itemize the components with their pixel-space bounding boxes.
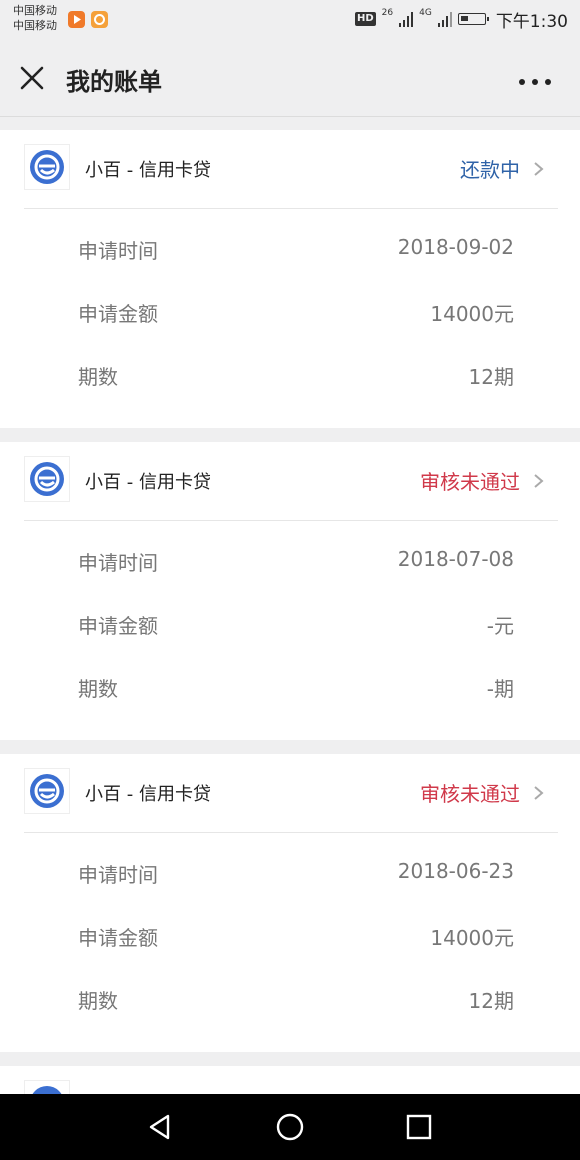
- row-label: 申请金额: [78, 614, 158, 638]
- close-button[interactable]: [18, 64, 46, 92]
- more-dots-icon: [519, 79, 551, 85]
- bill-status: 审核未通过: [420, 470, 520, 494]
- xiaobai-logo-icon: [24, 1080, 70, 1094]
- info-row-periods: 期数 12期: [0, 977, 580, 1017]
- info-row-amount: 申请金额 14000元: [0, 914, 580, 954]
- network-label-1: 26: [381, 8, 394, 18]
- carrier-info: 中国移动 中国移动: [13, 3, 57, 33]
- network-label-2: 4G: [419, 8, 432, 18]
- row-label: 申请时间: [78, 551, 158, 575]
- hd-badge: HD: [354, 12, 376, 26]
- app-header: 我的账单: [0, 40, 580, 117]
- row-value: 12期: [468, 365, 514, 389]
- info-row-amount: 申请金额 -元: [0, 602, 580, 642]
- carrier-2: 中国移动: [13, 19, 57, 32]
- clock: 下午1:30: [495, 11, 568, 32]
- chevron-right-icon: [534, 786, 544, 800]
- row-value: 14000元: [430, 302, 514, 326]
- info-row-periods: 期数 -期: [0, 665, 580, 705]
- home-circle-icon: [276, 1113, 304, 1141]
- recent-apps-square-icon: [406, 1114, 432, 1140]
- product-name: 小百 - 信用卡贷: [85, 784, 211, 805]
- row-label: 申请时间: [78, 863, 158, 887]
- product-name: 小百 - 信用卡贷: [85, 472, 211, 493]
- signal-icon: [399, 12, 414, 27]
- page-title: 我的账单: [66, 68, 162, 96]
- video-app-icon: [68, 11, 85, 28]
- divider: [24, 832, 558, 833]
- row-label: 申请金额: [78, 302, 158, 326]
- row-value: 14000元: [430, 926, 514, 950]
- xiaobai-logo-icon: [24, 456, 70, 502]
- status-right: HD 26 4G 下午1:30: [354, 7, 568, 32]
- divider: [24, 208, 558, 209]
- product-name: 小百 - 信用卡贷: [85, 160, 211, 181]
- info-row-periods: 期数 12期: [0, 353, 580, 393]
- row-value: 2018-07-08: [397, 547, 514, 571]
- bill-card-header[interactable]: 小百 - 信用卡贷 还款中: [0, 130, 580, 208]
- back-triangle-icon: [149, 1114, 170, 1140]
- info-row-apply-time: 申请时间 2018-09-02: [0, 227, 580, 267]
- bill-card-partial[interactable]: [0, 1066, 580, 1094]
- row-value: 12期: [468, 989, 514, 1013]
- row-label: 期数: [78, 365, 118, 389]
- close-icon: [20, 66, 44, 90]
- divider: [24, 520, 558, 521]
- app-notification-icon: [91, 11, 108, 28]
- row-value: 2018-06-23: [397, 859, 514, 883]
- info-row-apply-time: 申请时间 2018-07-08: [0, 539, 580, 579]
- row-value: -期: [486, 677, 514, 701]
- bill-status: 审核未通过: [420, 782, 520, 806]
- nav-back-button[interactable]: [144, 1110, 178, 1144]
- bill-card-header[interactable]: 小百 - 信用卡贷 审核未通过: [0, 442, 580, 520]
- signal-icon-2: [437, 12, 452, 27]
- row-label: 申请时间: [78, 239, 158, 263]
- chevron-right-icon: [534, 162, 544, 176]
- xiaobai-logo-icon: [24, 144, 70, 190]
- info-row-apply-time: 申请时间 2018-06-23: [0, 851, 580, 891]
- xiaobai-logo-icon: [24, 768, 70, 814]
- row-value: 2018-09-02: [397, 235, 514, 259]
- info-row-amount: 申请金额 14000元: [0, 290, 580, 330]
- bill-card[interactable]: 小百 - 信用卡贷 审核未通过 申请时间 2018-07-08 申请金额 -元 …: [0, 442, 580, 740]
- bill-card[interactable]: 小百 - 信用卡贷 审核未通过 申请时间 2018-06-23 申请金额 140…: [0, 754, 580, 1052]
- bill-card[interactable]: 小百 - 信用卡贷 还款中 申请时间 2018-09-02 申请金额 14000…: [0, 130, 580, 428]
- nav-home-button[interactable]: [273, 1110, 307, 1144]
- carrier-1: 中国移动: [13, 4, 57, 17]
- bill-card-header[interactable]: 小百 - 信用卡贷 审核未通过: [0, 754, 580, 832]
- battery-icon: [457, 13, 489, 25]
- chevron-right-icon: [534, 474, 544, 488]
- row-label: 期数: [78, 989, 118, 1013]
- more-button[interactable]: [518, 72, 552, 85]
- bill-status: 还款中: [460, 158, 520, 182]
- row-value: -元: [486, 614, 514, 638]
- nav-recent-button[interactable]: [402, 1110, 436, 1144]
- status-bar: 中国移动 中国移动 HD 26 4G 下午1:30: [0, 0, 580, 40]
- system-nav-bar: [0, 1094, 580, 1160]
- row-label: 申请金额: [78, 926, 158, 950]
- row-label: 期数: [78, 677, 118, 701]
